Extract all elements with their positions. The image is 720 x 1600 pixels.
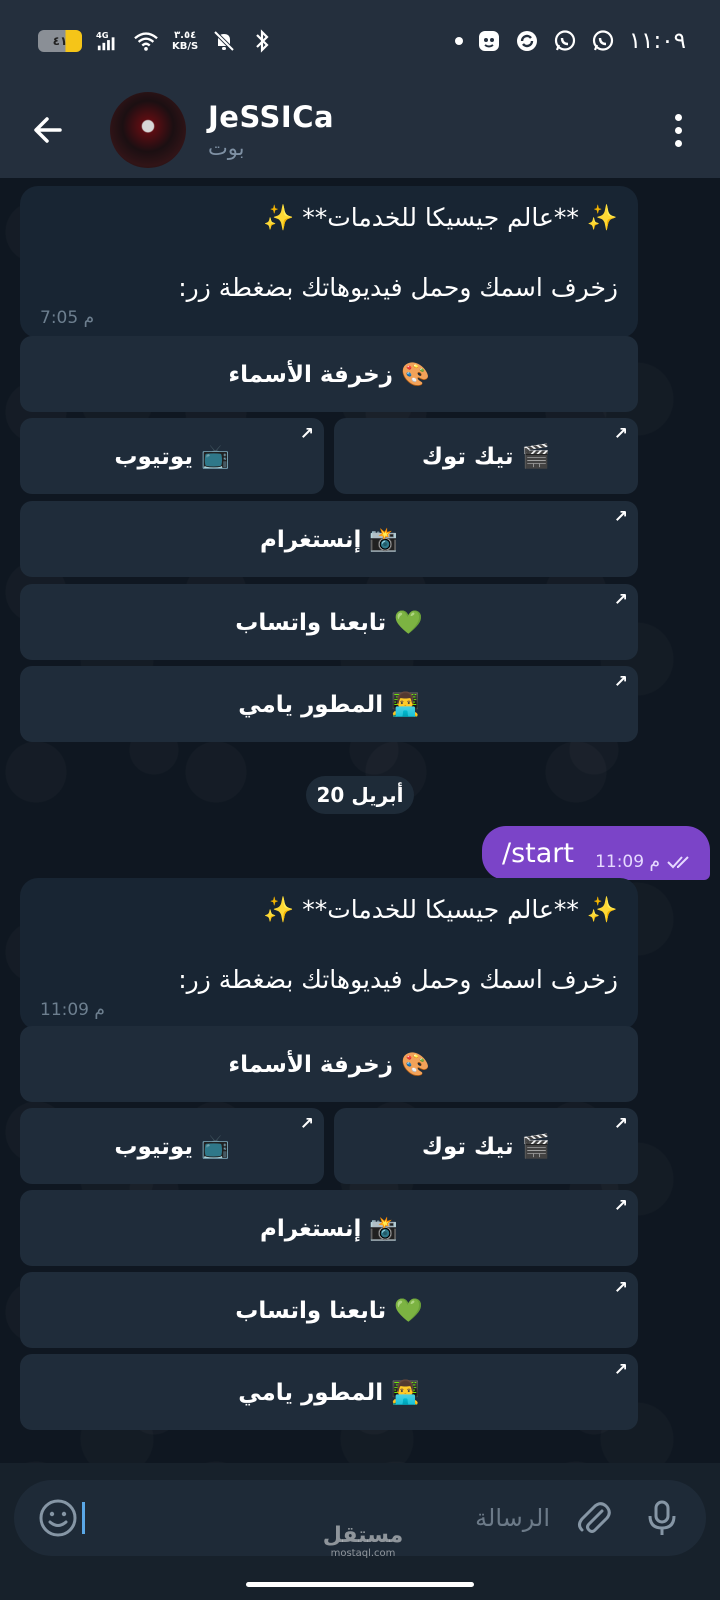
external-link-icon: ↗ — [613, 424, 628, 444]
dot-icon — [674, 113, 682, 121]
app-notification-icon — [477, 29, 501, 53]
developer-button[interactable]: ↗ 👨‍💻 المطور يامي — [20, 1354, 638, 1430]
clock: ١١:٠٩ — [628, 28, 686, 54]
message-title: ✨ **عالم جيسيكا للخدمات** ✨ — [263, 895, 618, 924]
chat-subtitle: بوت — [208, 136, 245, 160]
youtube-button[interactable]: ↗ 📺 يوتيوب — [20, 418, 324, 494]
battery-level: ٤١ — [52, 34, 68, 48]
signal-icon: 4G — [96, 29, 120, 53]
external-link-icon: ↗ — [613, 1360, 628, 1380]
wifi-icon — [134, 29, 158, 53]
watermark-main: مستقل — [322, 1523, 404, 1548]
button-label: 🎨 زخرفة الأسماء — [228, 361, 430, 388]
chat-area[interactable]: ✨ **عالم جيسيكا للخدمات** ✨ زخرف اسمك وح… — [0, 178, 720, 1463]
button-label: 📸 إنستغرام — [260, 526, 398, 553]
arrow-left-icon — [34, 117, 62, 143]
button-label: 👨‍💻 المطور يامي — [238, 691, 420, 718]
button-label: 📸 إنستغرام — [260, 1215, 398, 1242]
status-left: ٤١ 4G ٣.٥٤ KB/S — [38, 29, 274, 53]
voice-record-button[interactable] — [638, 1494, 686, 1542]
speed-unit: KB/S — [172, 41, 199, 52]
external-link-icon: ↗ — [613, 1114, 628, 1134]
instagram-button[interactable]: ↗ 📸 إنستغرام — [20, 501, 638, 577]
whatsapp-follow-button[interactable]: ↗ 💚 تابعنا واتساب — [20, 584, 638, 660]
button-label: 📺 يوتيوب — [114, 1133, 230, 1160]
chat-header: JeSSICa بوت — [0, 82, 720, 178]
network-type: 4G — [96, 30, 109, 40]
names-decoration-button[interactable]: 🎨 زخرفة الأسماء — [20, 1026, 638, 1102]
message-meta: 11:09 م — [595, 852, 694, 872]
message-title: ✨ **عالم جيسيكا للخدمات** ✨ — [263, 203, 618, 232]
dot-icon — [674, 126, 682, 134]
button-label: 👨‍💻 المطور يامي — [238, 1379, 420, 1406]
emoji-icon — [39, 1499, 77, 1537]
more-menu-button[interactable] — [658, 104, 698, 156]
status-bar: ٤١ 4G ٣.٥٤ KB/S ١١:٠٩ — [0, 0, 720, 82]
notification-dot-icon — [454, 37, 463, 45]
external-link-icon: ↗ — [299, 1114, 314, 1134]
button-label: 💚 تابعنا واتساب — [235, 1297, 423, 1324]
chat-title: JeSSICa — [208, 100, 335, 134]
chat-info[interactable]: JeSSICa بوت — [208, 100, 334, 160]
bluetooth-icon — [250, 29, 274, 53]
external-link-icon: ↗ — [613, 1196, 628, 1216]
home-indicator[interactable] — [246, 1582, 474, 1587]
mostaql-watermark: مستقل mostaql.com — [318, 1524, 408, 1560]
paperclip-icon — [578, 1502, 611, 1533]
back-button[interactable] — [0, 82, 96, 178]
attach-button[interactable] — [570, 1494, 618, 1542]
message-body: زخرف اسمك وحمل فيديوهاتك بضغطة زر: — [178, 273, 618, 302]
tiktok-button[interactable]: ↗ 🎬 تيك توك — [334, 418, 638, 494]
button-label: 📺 يوتيوب — [114, 443, 230, 470]
button-label: 🎨 زخرفة الأسماء — [228, 1051, 430, 1078]
message-time: 11:09 م — [40, 1000, 105, 1020]
incoming-message[interactable]: ✨ **عالم جيسيكا للخدمات** ✨ زخرف اسمك وح… — [20, 186, 638, 338]
tiktok-button[interactable]: ↗ 🎬 تيك توك — [334, 1108, 638, 1184]
date-separator: 20 أبريل — [306, 776, 414, 814]
whatsapp-follow-button[interactable]: ↗ 💚 تابعنا واتساب — [20, 1272, 638, 1348]
external-link-icon: ↗ — [613, 1278, 628, 1298]
whatsapp-icon — [553, 29, 577, 53]
sync-icon — [515, 29, 539, 53]
external-link-icon: ↗ — [613, 672, 628, 692]
external-link-icon: ↗ — [613, 590, 628, 610]
button-label: 💚 تابعنا واتساب — [235, 609, 423, 636]
message-body: زخرف اسمك وحمل فيديوهاتك بضغطة زر: — [178, 965, 618, 994]
speed-value: ٣.٥٤ — [174, 30, 197, 41]
button-label: 🎬 تيك توك — [421, 1133, 551, 1160]
names-decoration-button[interactable]: 🎨 زخرفة الأسماء — [20, 336, 638, 412]
external-link-icon: ↗ — [613, 507, 628, 527]
dot-icon — [674, 139, 682, 147]
message-text: /start — [502, 837, 574, 869]
battery-icon: ٤١ — [38, 30, 82, 52]
developer-button[interactable]: ↗ 👨‍💻 المطور يامي — [20, 666, 638, 742]
text-cursor — [82, 1502, 85, 1534]
avatar[interactable] — [110, 92, 186, 168]
message-time: 11:09 م — [595, 852, 660, 872]
network-speed: ٣.٥٤ KB/S — [172, 30, 198, 52]
incoming-message[interactable]: ✨ **عالم جيسيكا للخدمات** ✨ زخرف اسمك وح… — [20, 878, 638, 1030]
emoji-button[interactable] — [34, 1494, 82, 1542]
external-link-icon: ↗ — [299, 424, 314, 444]
status-right: ١١:٠٩ — [454, 28, 686, 54]
microphone-icon — [648, 1500, 676, 1535]
watermark-sub: mostaql.com — [330, 1548, 396, 1559]
instagram-button[interactable]: ↗ 📸 إنستغرام — [20, 1190, 638, 1266]
whatsapp-business-icon — [591, 29, 615, 53]
outgoing-message[interactable]: /start 11:09 م — [482, 826, 710, 880]
mute-icon — [212, 29, 236, 53]
message-time: 7:05 م — [40, 308, 95, 328]
youtube-button[interactable]: ↗ 📺 يوتيوب — [20, 1108, 324, 1184]
button-label: 🎬 تيك توك — [421, 443, 551, 470]
double-check-icon — [667, 856, 689, 869]
